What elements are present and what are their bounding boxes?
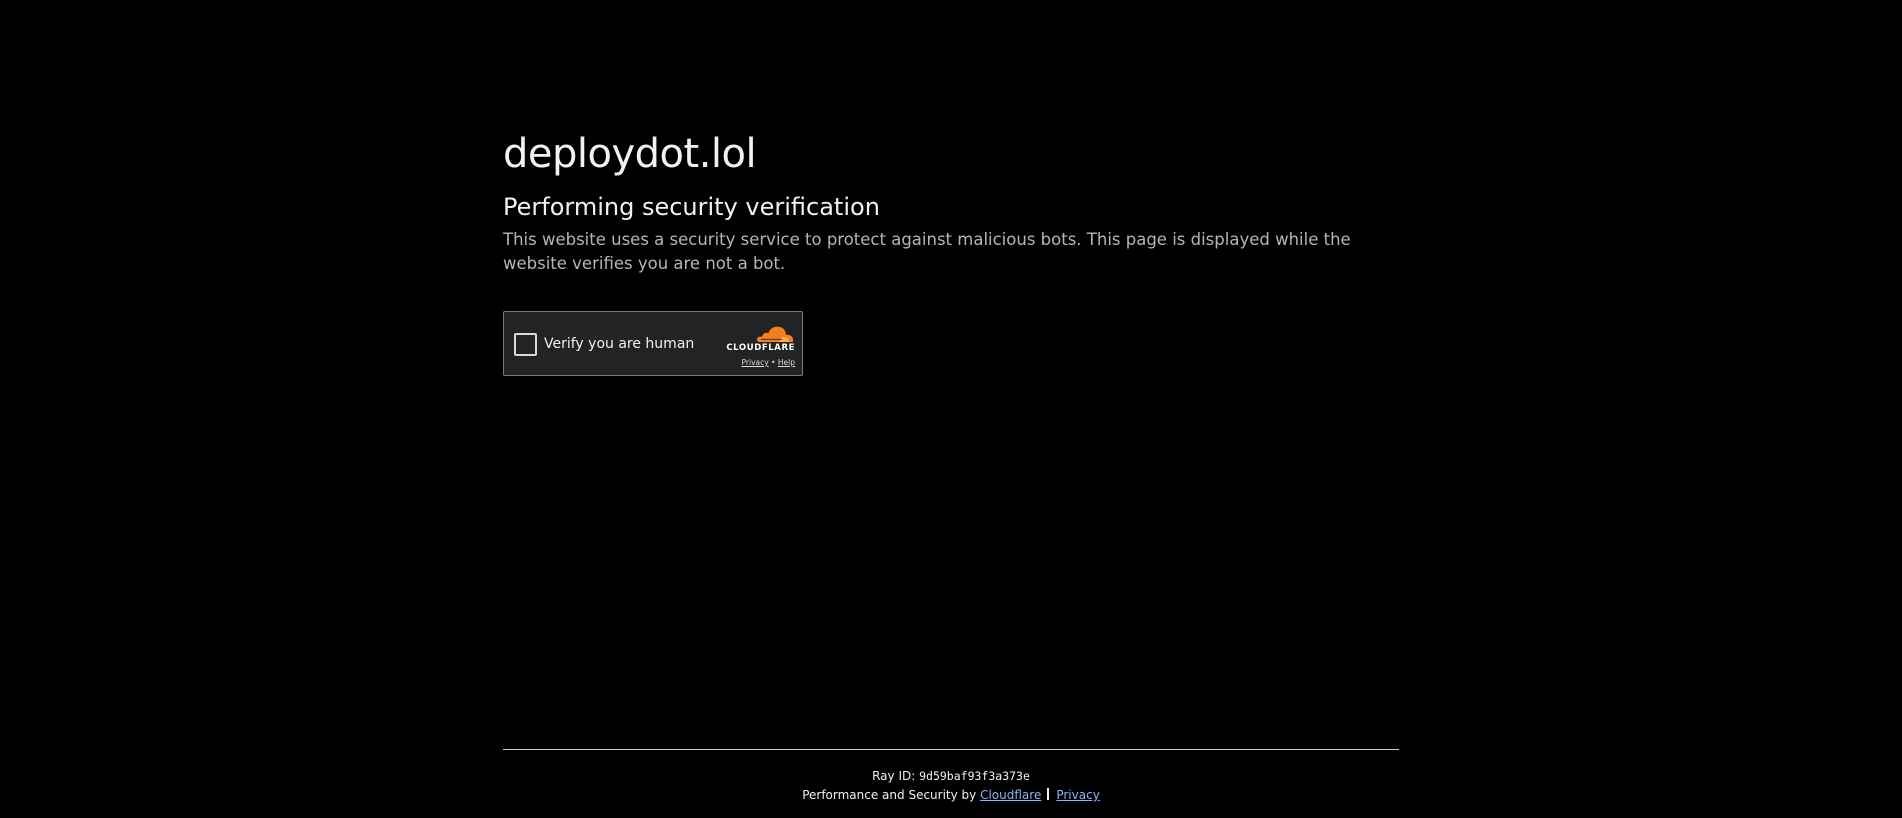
verify-label[interactable]: Verify you are human [544, 334, 694, 354]
footer-privacy-link[interactable]: Privacy [1056, 788, 1099, 802]
ray-id-value: 9d59baf93f3a373e [919, 769, 1030, 783]
verify-checkbox[interactable] [514, 333, 537, 356]
widget-help-link[interactable]: Help [778, 358, 795, 367]
widget-privacy-link[interactable]: Privacy [742, 358, 769, 367]
cloudflare-wordmark: CLOUDFLARE [726, 343, 795, 353]
site-title: deploydot.lol [503, 131, 757, 177]
performance-line: Performance and Security by Cloudflare Pr… [503, 787, 1399, 803]
footer-divider [1047, 788, 1050, 800]
performance-prefix: Performance and Security by [802, 788, 977, 802]
widget-link-separator: • [771, 358, 776, 367]
footer: Ray ID: 9d59baf93f3a373e Performance and… [503, 749, 1399, 803]
cloudflare-branding: CLOUDFLARE Privacy • Help [719, 323, 795, 368]
verification-description: This website uses a security service to … [503, 230, 1351, 273]
ray-id-label: Ray ID: [872, 769, 916, 783]
page: deploydot.lol Performing security verifi… [0, 0, 1902, 818]
main-content: deploydot.lol Performing security verifi… [503, 128, 1399, 376]
cloudflare-cloud-icon [756, 326, 793, 342]
widget-links: Privacy • Help [719, 358, 795, 368]
verification-heading: Performing security verification [503, 193, 880, 221]
footer-cloudflare-link[interactable]: Cloudflare [980, 788, 1041, 802]
ray-id-line: Ray ID: 9d59baf93f3a373e [503, 768, 1399, 784]
turnstile-widget: Verify you are human CLOUDFLARE Privacy … [503, 311, 803, 376]
